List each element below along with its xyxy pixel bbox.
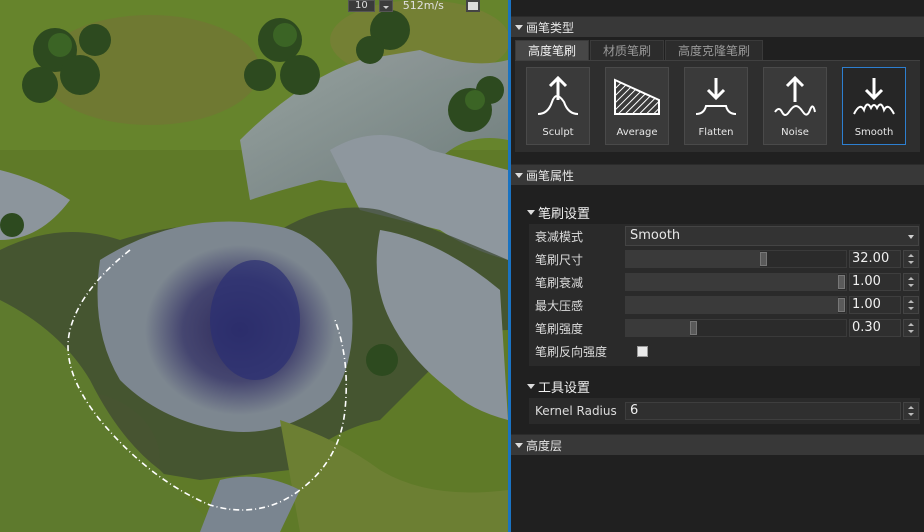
row-brush-strength: 笔刷强度 0.30	[535, 317, 920, 339]
max-pressure-spinner[interactable]	[903, 296, 919, 314]
kernel-radius-spinner[interactable]	[903, 402, 919, 420]
collapse-triangle-icon	[515, 172, 523, 178]
tab-material-brush[interactable]: 材质笔刷	[590, 40, 665, 60]
brush-strength-field[interactable]: 0.30	[849, 319, 901, 337]
section-brush-type[interactable]: 画笔类型	[511, 16, 924, 37]
brush-sculpt[interactable]: Sculpt	[526, 67, 590, 145]
brush-size-label: 笔刷尺寸	[535, 252, 584, 267]
slider-thumb[interactable]	[838, 275, 845, 289]
brush-size-field[interactable]: 32.00	[849, 250, 901, 268]
group-title: 工具设置	[538, 380, 591, 396]
invert-strength-checkbox[interactable]	[637, 345, 648, 357]
falloff-label: 衰减模式	[535, 229, 584, 244]
group-tool-settings[interactable]: 工具设置	[527, 376, 920, 396]
camera-icon[interactable]	[465, 0, 480, 12]
max-pressure-field[interactable]: 1.00	[849, 296, 901, 314]
collapse-triangle-icon	[527, 209, 535, 215]
section-title: 高度层	[526, 438, 563, 453]
group-title: 笔刷设置	[538, 206, 591, 222]
falloff-mode-value: Smooth	[630, 228, 681, 243]
brush-label: Noise	[781, 127, 809, 138]
brush-label: Flatten	[698, 127, 734, 138]
flatten-brush-icon	[695, 78, 737, 115]
brush-flatten[interactable]: Flatten	[684, 67, 748, 145]
average-brush-icon	[614, 78, 660, 115]
section-title: 画笔类型	[526, 20, 575, 35]
invert-strength-label: 笔刷反向强度	[535, 344, 608, 359]
camera-speed: 512m/s	[402, 0, 444, 12]
group-brush-settings[interactable]: 笔刷设置	[527, 202, 920, 222]
brush-strength-slider[interactable]	[625, 319, 847, 337]
brush-size-slider[interactable]	[625, 250, 847, 268]
brush-size-spinner[interactable]	[903, 250, 919, 268]
max-pressure-slider[interactable]	[625, 296, 847, 314]
brush-noise[interactable]: Noise	[763, 67, 827, 145]
kernel-radius-label: Kernel Radius	[535, 404, 617, 418]
kernel-radius-field[interactable]: 6	[625, 402, 901, 420]
brush-label: Smooth	[854, 127, 894, 138]
section-brush-properties[interactable]: 画笔属性	[511, 164, 924, 185]
brush-label: Sculpt	[542, 127, 574, 138]
brush-smooth[interactable]: Smooth	[842, 67, 906, 145]
brush-average[interactable]: Average	[605, 67, 669, 145]
row-falloff-mode: 衰减模式 Smooth	[535, 225, 920, 247]
tab-height-clone-brush[interactable]: 高度克隆笔刷	[665, 40, 764, 60]
terrain-tool-panel: 画笔类型 高度笔刷 材质笔刷 高度克隆笔刷 Sculpt Average Fla…	[511, 0, 924, 532]
brush-strength-label: 笔刷强度	[535, 321, 584, 336]
slider-thumb[interactable]	[760, 252, 767, 266]
collapse-triangle-icon	[527, 383, 535, 389]
brush-decay-slider[interactable]	[625, 273, 847, 291]
collapse-triangle-icon	[515, 24, 523, 30]
viewport-toolbar: 10 512m/s	[348, 0, 480, 12]
section-title: 画笔属性	[526, 168, 575, 183]
number-field[interactable]: 10	[348, 0, 375, 12]
row-kernel-radius: Kernel Radius 6	[535, 400, 920, 422]
slider-thumb[interactable]	[838, 298, 845, 312]
sculpt-brush-icon	[537, 76, 579, 115]
brush-strength-spinner[interactable]	[903, 319, 919, 337]
smooth-brush-icon	[853, 78, 895, 115]
chevron-down-icon	[908, 235, 914, 239]
tab-height-brush[interactable]: 高度笔刷	[515, 40, 590, 60]
slider-thumb[interactable]	[690, 321, 697, 335]
brush-tabs: 高度笔刷 材质笔刷 高度克隆笔刷	[515, 40, 764, 60]
noise-brush-icon	[774, 76, 816, 116]
brush-decay-label: 笔刷衰减	[535, 275, 584, 290]
collapse-triangle-icon	[515, 442, 523, 448]
row-brush-size: 笔刷尺寸 32.00	[535, 248, 920, 270]
number-spinner[interactable]	[378, 0, 393, 12]
row-invert-strength: 笔刷反向强度	[535, 340, 920, 362]
brush-decay-spinner[interactable]	[903, 273, 919, 291]
section-height-layer[interactable]: 高度层	[511, 434, 924, 455]
row-max-pressure: 最大压感 1.00	[535, 294, 920, 316]
terrain-scene	[0, 0, 508, 532]
terrain-viewport[interactable]: 10 512m/s	[0, 0, 508, 532]
row-brush-decay: 笔刷衰减 1.00	[535, 271, 920, 293]
brush-label: Average	[616, 127, 658, 138]
brush-decay-field[interactable]: 1.00	[849, 273, 901, 291]
falloff-mode-select[interactable]: Smooth	[625, 226, 919, 246]
max-pressure-label: 最大压感	[535, 298, 584, 313]
brush-list: Sculpt Average Flatten Noise Smooth	[515, 60, 920, 152]
